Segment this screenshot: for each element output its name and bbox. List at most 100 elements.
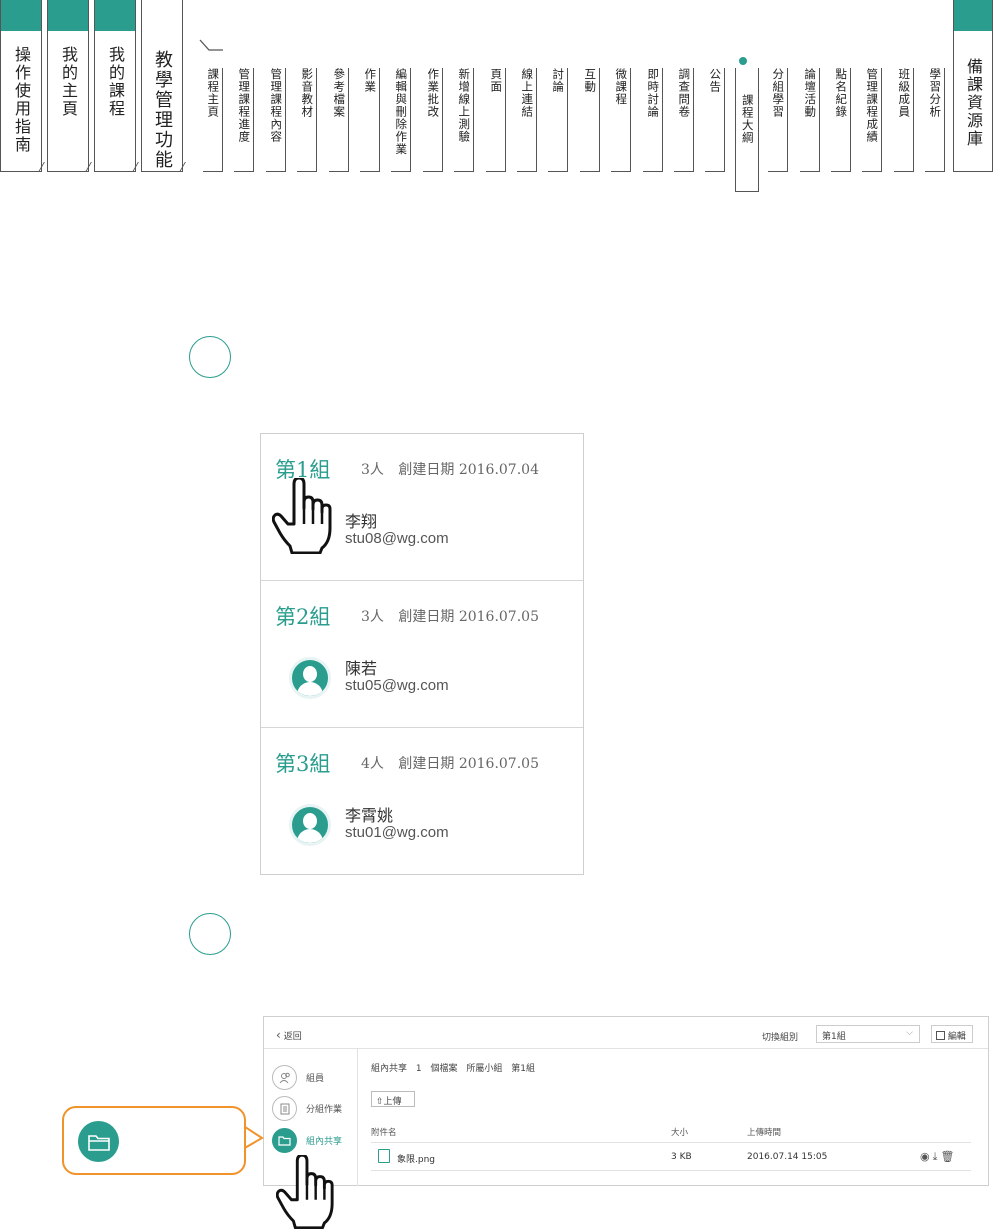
sub-tab-label: 課程主頁 <box>206 68 221 118</box>
sub-tab-item[interactable]: 分組學習 <box>768 68 788 172</box>
sub-tab-item[interactable]: 作業 <box>360 68 380 172</box>
sub-tab-item[interactable]: 微課程 <box>611 68 631 172</box>
sub-tab-label: 作業批改 <box>426 68 441 118</box>
file-upload-time: 2016.07.14 15:05 <box>747 1152 828 1162</box>
member-email: stu01@wg.com <box>345 824 449 841</box>
pointer-hand-icon <box>276 1155 334 1229</box>
group-count: 3人 <box>361 462 384 478</box>
sub-tab-item[interactable]: 學習分析 <box>925 68 945 172</box>
back-button[interactable]: ‹ 返回 <box>276 1028 302 1042</box>
folder-icon <box>78 1121 119 1162</box>
file-count: 1 <box>415 1064 422 1074</box>
sub-tab-item[interactable]: 線上連結 <box>517 68 537 172</box>
tab-label: 備課資源庫 <box>964 58 983 148</box>
group-select-value: 第1組 <box>822 1032 846 1042</box>
group-select[interactable]: 第1組 ⌵ <box>816 1025 920 1043</box>
tab-teaching-management[interactable]: 教學管理功能 <box>141 0 183 172</box>
sub-tab-item[interactable]: 頁面 <box>486 68 506 172</box>
member-name: 陳若 <box>345 659 378 678</box>
panel-toolbar: ‹ 返回 切換組別 第1組 ⌵ 編輯 <box>264 1017 988 1049</box>
group-created-date: 創建日期 2016.07.05 <box>398 609 539 625</box>
sub-tab-label: 班級成員 <box>897 68 912 118</box>
sub-tab-label: 管理課程內容 <box>269 68 284 143</box>
tab-my-courses[interactable]: 我的課程 <box>94 0 136 172</box>
active-indicator-dot <box>739 57 747 65</box>
group-title: 第2組 <box>275 605 331 629</box>
sidebar-item-group-assignment[interactable]: 分組作業 <box>272 1096 342 1121</box>
file-count-unit: 個檔案 <box>430 1064 458 1074</box>
sub-tab-item[interactable]: 新增線上測驗 <box>454 68 474 172</box>
sub-tab-label: 即時討論 <box>646 68 661 118</box>
sub-tab-item[interactable]: 課程主頁 <box>203 68 223 172</box>
switch-group-label: 切換組別 <box>762 1033 799 1043</box>
step-marker-2 <box>189 913 231 955</box>
upload-button[interactable]: ⇧上傳 <box>371 1091 415 1107</box>
sub-tab-label: 學習分析 <box>928 68 943 118</box>
sidebar-item-label: 分組作業 <box>306 1105 343 1115</box>
sub-tab-label: 參考檔案 <box>332 68 347 118</box>
column-header-name: 附件名 <box>371 1128 397 1138</box>
share-summary: 組內共享 1 個檔案 所屬小組 第1組 <box>371 1061 541 1074</box>
upload-icon: ⇧ <box>376 1097 384 1107</box>
group-item[interactable]: 第3組 4人 創建日期 2016.07.05 李霄姚 stu01@wg.com <box>261 728 583 875</box>
sub-tab-item[interactable]: 論壇活動 <box>800 68 820 172</box>
column-header-size: 大小 <box>671 1128 689 1138</box>
top-navigation: 操作使用指南 我的主頁 我的課程 教學管理功能 課程主頁 管理課程進度 管理課程內容… <box>0 0 995 200</box>
sub-tab-item[interactable]: 即時討論 <box>643 68 663 172</box>
sub-tab-item[interactable]: 班級成員 <box>894 68 914 172</box>
tab-connector <box>199 39 223 51</box>
sub-tab-item[interactable]: 管理課程內容 <box>266 68 286 172</box>
sub-tab-label: 論壇活動 <box>803 68 818 118</box>
sub-tab-label: 新增線上測驗 <box>457 68 472 143</box>
tab-my-home[interactable]: 我的主頁 <box>47 0 89 172</box>
sub-tab-label: 作業 <box>363 68 378 93</box>
sub-tab-item[interactable]: 課程大綱 <box>735 68 759 192</box>
sub-tab-label: 管理課程成績 <box>865 68 880 143</box>
chevron-down-icon: ⌵ <box>906 1028 913 1038</box>
group-value: 第1組 <box>511 1064 536 1074</box>
pointer-hand-icon <box>272 478 332 554</box>
group-meta: 4人 創建日期 2016.07.05 <box>361 753 539 773</box>
sub-tab-label: 調查問卷 <box>677 68 692 118</box>
avatar <box>289 804 331 846</box>
group-count: 4人 <box>361 756 384 772</box>
sub-tab-item[interactable]: 作業批改 <box>423 68 443 172</box>
sub-tab-item[interactable]: 編輯與刪除作業 <box>391 68 411 172</box>
group-created-date: 創建日期 2016.07.05 <box>398 756 539 772</box>
member-email: stu08@wg.com <box>345 530 449 547</box>
preview-eye-icon[interactable]: ◉ <box>920 1150 933 1163</box>
sub-tab-item[interactable]: 管理課程進度 <box>234 68 254 172</box>
group-meta: 3人 創建日期 2016.07.04 <box>361 459 539 479</box>
image-file-icon <box>378 1149 390 1163</box>
sidebar-item-members[interactable]: 組員 <box>272 1065 324 1090</box>
sub-tab-label: 編輯與刪除作業 <box>394 68 409 156</box>
sub-tab-item[interactable]: 調查問卷 <box>674 68 694 172</box>
sub-tab-item[interactable]: 討論 <box>548 68 568 172</box>
sidebar-item-label: 組員 <box>306 1074 325 1084</box>
callout-highlight <box>62 1106 246 1175</box>
file-name[interactable]: 象限.png <box>397 1152 435 1165</box>
sub-tab-label: 管理課程進度 <box>237 68 252 143</box>
edit-button[interactable]: 編輯 <box>931 1025 973 1043</box>
group-meta: 3人 創建日期 2016.07.05 <box>361 606 539 626</box>
sub-tab-item[interactable]: 公告 <box>705 68 725 172</box>
sub-tab-item[interactable]: 互動 <box>580 68 600 172</box>
tab-label: 我的主頁 <box>59 46 78 118</box>
sub-tab-item[interactable]: 影音教材 <box>297 68 317 172</box>
sub-tab-label: 微課程 <box>614 68 629 106</box>
member-email: stu05@wg.com <box>345 677 449 694</box>
group-item[interactable]: 第2組 3人 創建日期 2016.07.05 陳若 stu05@wg.com <box>261 581 583 728</box>
sub-tab-item[interactable]: 點名紀錄 <box>831 68 851 172</box>
shared-files-content: 組內共享 1 個檔案 所屬小組 第1組 ⇧上傳 附件名 大小 上傳時間 象限.p… <box>358 1049 990 1186</box>
sub-tab-item[interactable]: 管理課程成績 <box>862 68 882 172</box>
group-created-date: 創建日期 2016.07.04 <box>398 462 539 478</box>
group-label: 所屬小組 <box>466 1064 503 1074</box>
back-label: 返回 <box>283 1032 302 1042</box>
edit-label: 編輯 <box>947 1032 966 1042</box>
sidebar-item-group-share[interactable]: 組內共享 <box>272 1128 342 1153</box>
sub-tab-item[interactable]: 參考檔案 <box>329 68 349 172</box>
tab-user-guide[interactable]: 操作使用指南 <box>0 0 42 172</box>
trash-icon[interactable]: 🗑 <box>940 1150 957 1163</box>
tab-resource-library[interactable]: 備課資源庫 <box>953 0 993 172</box>
tab-label: 我的課程 <box>106 46 125 118</box>
